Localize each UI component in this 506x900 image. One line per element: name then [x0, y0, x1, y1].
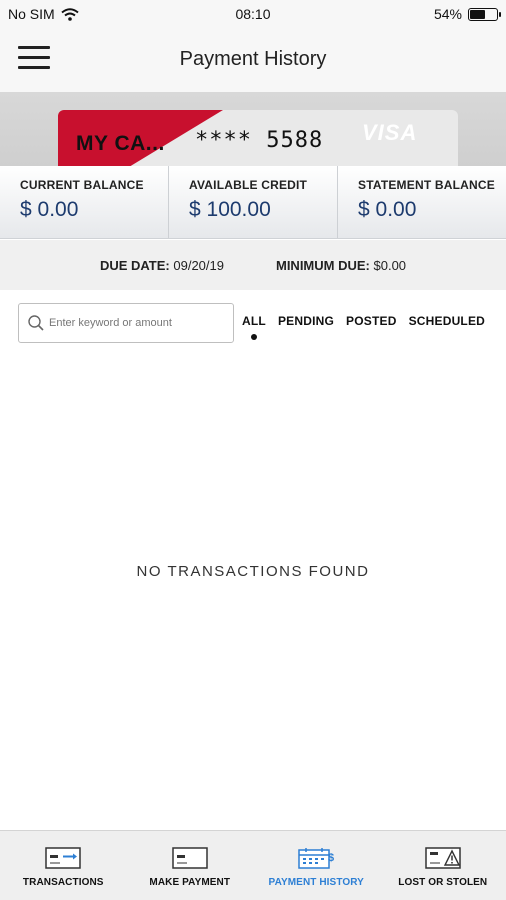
nav-payment-history[interactable]: $ PAYMENT HISTORY	[253, 831, 380, 900]
tab-all[interactable]: ALL	[242, 314, 266, 340]
bottom-nav: TRANSACTIONS MAKE PAYMENT $ PAYMENT HIST…	[0, 830, 506, 900]
search-icon	[28, 315, 44, 331]
balance-value: $ 0.00	[358, 198, 417, 221]
card-payment-icon	[172, 847, 208, 869]
status-bar: No SIM 08:10 54%	[0, 0, 506, 28]
due-date: DUE DATE: 09/20/19	[100, 258, 224, 273]
nav-label: PAYMENT HISTORY	[268, 877, 364, 888]
balance-label: CURRENT BALANCE	[20, 178, 144, 192]
balance-value: $ 100.00	[189, 198, 271, 221]
nav-make-payment[interactable]: MAKE PAYMENT	[127, 831, 254, 900]
empty-state-message: NO TRANSACTIONS FOUND	[136, 563, 370, 580]
tab-scheduled[interactable]: SCHEDULED	[409, 314, 485, 328]
search-input[interactable]	[49, 313, 229, 333]
nav-transactions[interactable]: TRANSACTIONS	[0, 831, 127, 900]
due-date-label: DUE DATE:	[99, 257, 170, 273]
minimum-due-value: $0.00	[373, 257, 407, 273]
current-balance: CURRENT BALANCE $ 0.00	[0, 166, 168, 238]
nav-label: MAKE PAYMENT	[149, 877, 231, 888]
battery-percent: 54%	[433, 6, 462, 22]
svg-text:$: $	[328, 852, 334, 864]
minimum-due-label: MINIMUM DUE:	[275, 257, 370, 273]
due-date-value: 09/20/19	[173, 257, 224, 273]
visa-logo: VISA	[362, 120, 418, 145]
minimum-due: MINIMUM DUE: $0.00	[276, 258, 406, 273]
calendar-dollar-icon: $	[298, 848, 334, 869]
nav-label: TRANSACTIONS	[22, 877, 104, 888]
balance-value: $ 0.00	[20, 198, 79, 221]
card-warning-icon	[425, 847, 461, 869]
status-right: 54%	[433, 6, 501, 22]
battery-icon	[468, 7, 501, 21]
card-banner: MY CA... **** 5588 VISA	[0, 92, 506, 166]
available-credit: AVAILABLE CREDIT $ 100.00	[168, 166, 337, 238]
nav-label: LOST OR STOLEN	[398, 877, 488, 888]
tab-pending[interactable]: PENDING	[278, 314, 334, 328]
statement-balance: STATEMENT BALANCE $ 0.00	[337, 166, 506, 238]
filter-tabs: ALL PENDING POSTED SCHEDULED	[242, 314, 485, 340]
card-transfer-icon	[45, 847, 81, 869]
search-box[interactable]	[18, 303, 234, 343]
page-title: Payment History	[179, 48, 327, 70]
balance-label: STATEMENT BALANCE	[358, 178, 495, 192]
due-info: DUE DATE: 09/20/19 MINIMUM DUE: $0.00	[0, 240, 506, 290]
card-number: **** 5588	[195, 128, 324, 153]
status-time: 08:10	[235, 6, 271, 22]
app-header: Payment History	[0, 28, 506, 92]
nav-lost-or-stolen[interactable]: LOST OR STOLEN	[380, 831, 506, 900]
balance-label: AVAILABLE CREDIT	[189, 178, 308, 192]
balance-summary: CURRENT BALANCE $ 0.00 AVAILABLE CREDIT …	[0, 166, 506, 239]
tab-posted[interactable]: POSTED	[346, 314, 397, 328]
battery-fill	[470, 9, 486, 19]
card-name: MY CA...	[76, 132, 165, 155]
